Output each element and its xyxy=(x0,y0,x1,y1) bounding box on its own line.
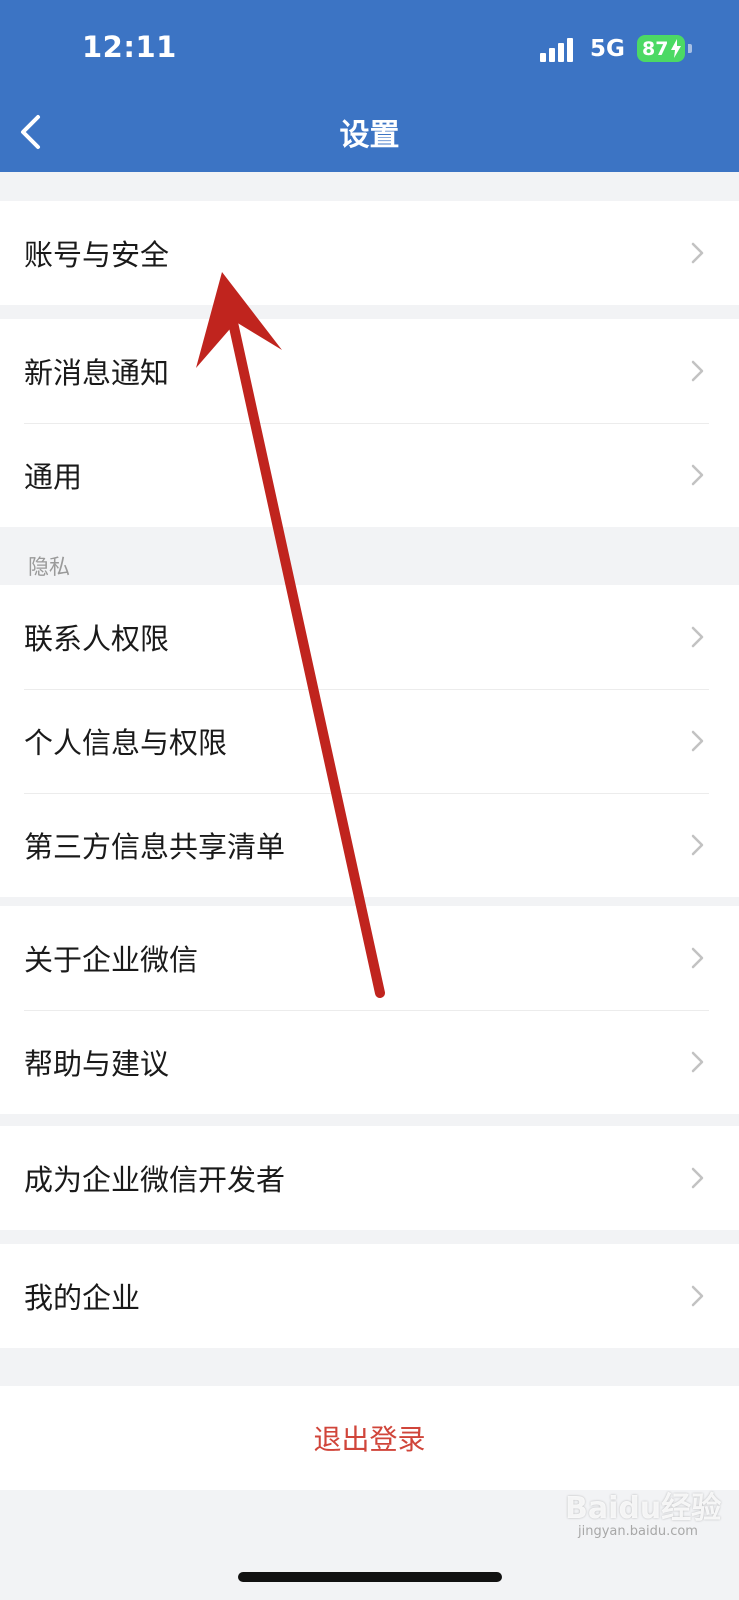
watermark-logo: Baidu经验 xyxy=(565,1491,722,1526)
charging-bolt-icon xyxy=(671,39,681,58)
settings-item-label: 关于企业微信 xyxy=(24,943,199,977)
settings-item-label: 我的企业 xyxy=(24,1281,141,1315)
battery-level: 87 xyxy=(642,37,669,60)
logout-label: 退出登录 xyxy=(313,1423,426,1456)
chevron-right-icon xyxy=(691,360,704,382)
battery-icon: 87 xyxy=(637,35,685,62)
chevron-right-icon xyxy=(691,626,704,648)
settings-item-my-enterprise[interactable]: 我的企业 xyxy=(0,1244,739,1348)
logout-button[interactable]: 退出登录 xyxy=(0,1386,739,1490)
chevron-right-icon xyxy=(691,464,704,486)
settings-item-label: 帮助与建议 xyxy=(24,1047,170,1081)
home-indicator[interactable] xyxy=(238,1572,502,1582)
settings-group-account: 账号与安全 xyxy=(0,201,739,305)
settings-item-label: 成为企业微信开发者 xyxy=(24,1163,286,1197)
settings-item-general[interactable]: 通用 xyxy=(0,423,739,527)
battery-tip xyxy=(688,44,692,53)
chevron-right-icon xyxy=(691,730,704,752)
settings-group-general: 新消息通知 通用 xyxy=(0,319,739,527)
section-label-privacy: 隐私 xyxy=(28,555,70,579)
signal-icon xyxy=(540,38,576,62)
chevron-right-icon xyxy=(691,1051,704,1073)
settings-item-contact-permissions[interactable]: 联系人权限 xyxy=(0,585,739,689)
settings-item-notifications[interactable]: 新消息通知 xyxy=(0,319,739,423)
settings-item-third-party-sharing[interactable]: 第三方信息共享清单 xyxy=(0,793,739,897)
settings-item-help-feedback[interactable]: 帮助与建议 xyxy=(0,1010,739,1114)
watermark-url: jingyan.baidu.com xyxy=(578,1524,698,1539)
chevron-right-icon xyxy=(691,834,704,856)
settings-item-label: 第三方信息共享清单 xyxy=(24,830,286,864)
chevron-right-icon xyxy=(691,1167,704,1189)
settings-item-label: 个人信息与权限 xyxy=(24,726,228,760)
status-time: 12:11 xyxy=(82,30,177,64)
settings-item-label: 新消息通知 xyxy=(24,356,170,390)
chevron-right-icon xyxy=(691,1285,704,1307)
network-type: 5G xyxy=(590,36,625,62)
settings-item-label: 通用 xyxy=(24,460,83,494)
settings-item-label: 账号与安全 xyxy=(24,238,170,272)
settings-item-about[interactable]: 关于企业微信 xyxy=(0,906,739,1010)
chevron-right-icon xyxy=(691,947,704,969)
settings-item-account-security[interactable]: 账号与安全 xyxy=(0,201,739,305)
chevron-right-icon xyxy=(691,242,704,264)
settings-group-developer: 成为企业微信开发者 xyxy=(0,1126,739,1230)
settings-group-enterprise: 我的企业 xyxy=(0,1244,739,1348)
settings-group-about: 关于企业微信 帮助与建议 xyxy=(0,906,739,1114)
settings-item-label: 联系人权限 xyxy=(24,622,170,656)
settings-item-personal-info[interactable]: 个人信息与权限 xyxy=(0,689,739,793)
settings-item-developer[interactable]: 成为企业微信开发者 xyxy=(0,1126,739,1230)
nav-header: 12:11 5G 87 设置 xyxy=(0,0,739,172)
page-title: 设置 xyxy=(339,118,400,153)
settings-group-privacy: 联系人权限 个人信息与权限 第三方信息共享清单 xyxy=(0,585,739,897)
